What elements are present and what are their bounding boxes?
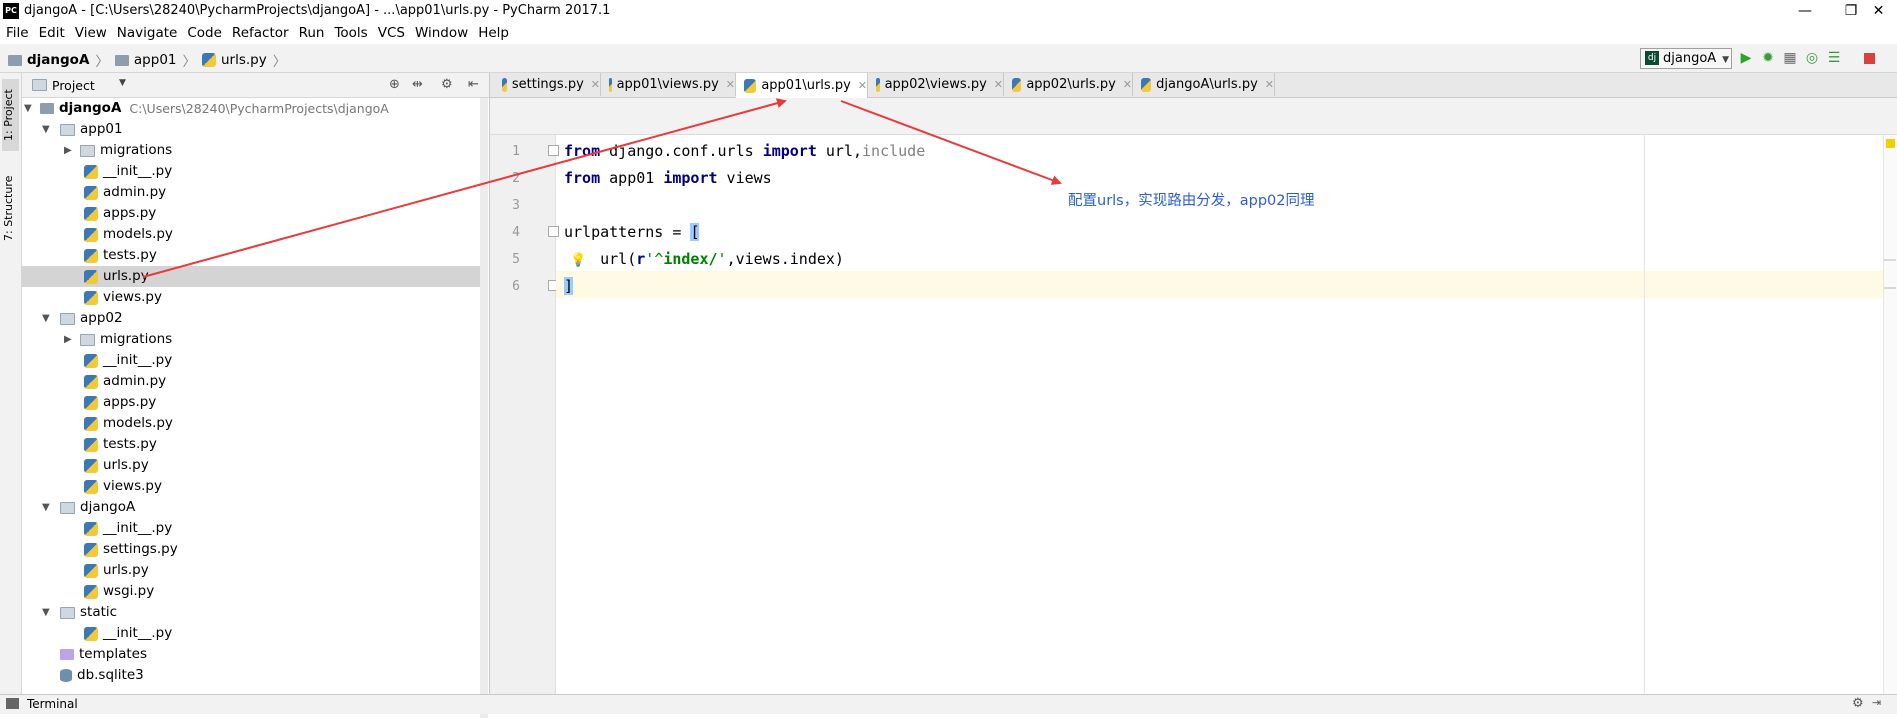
panel-toggle-icon[interactable] [6,698,19,709]
terminal-tab[interactable]: Terminal [27,697,78,711]
gear-icon[interactable]: ⚙ [1852,696,1864,711]
annotation-arrows [142,98,1062,278]
arrow-urls-to-tab [142,98,787,278]
hide-panel-icon[interactable]: ⇥ [1872,696,1881,709]
bottom-tool-bar: Terminal ⚙ ⇥ [0,694,1897,714]
arrow-tab-to-annotation [840,100,1062,185]
